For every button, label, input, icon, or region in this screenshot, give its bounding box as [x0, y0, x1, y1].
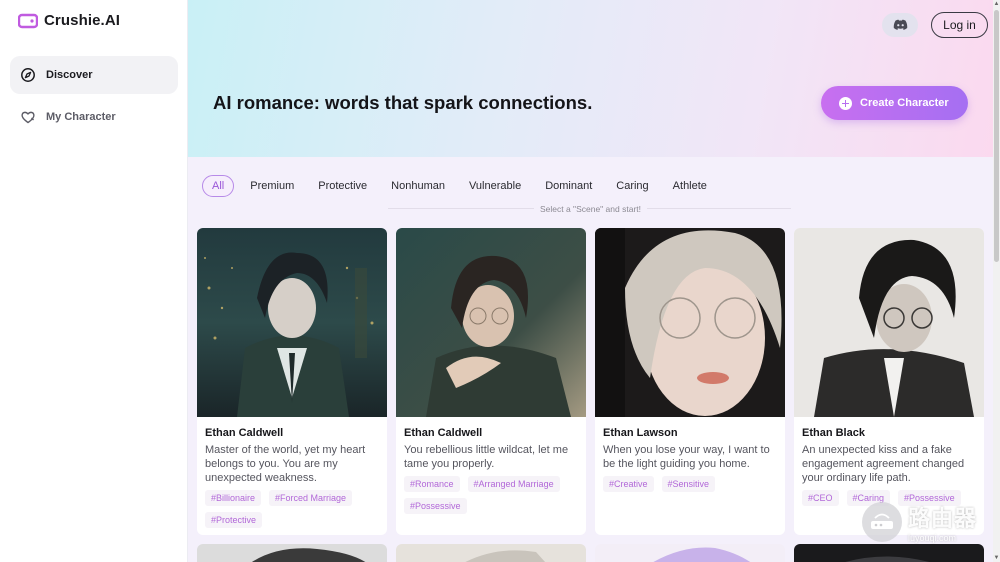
- watermark: 路由器 luyouqi.com: [862, 497, 990, 547]
- character-name: Ethan Caldwell: [404, 427, 483, 439]
- scene-hint: Select a "Scene" and start!: [188, 204, 993, 214]
- character-description: Master of the world, yet my heart belong…: [205, 444, 366, 484]
- main-content: Log in AI romance: words that spark conn…: [188, 0, 993, 562]
- watermark-text: 路由器 luyouqi.com: [908, 501, 977, 543]
- character-description: When you lose your way, I want to be the…: [603, 444, 770, 470]
- tag[interactable]: #CEO: [802, 490, 839, 506]
- filter-tabs: All Premium Protective Nonhuman Vulnerab…: [202, 175, 719, 197]
- hero-title: AI romance: words that spark connections…: [213, 92, 593, 113]
- scroll-down-arrow[interactable]: ▼: [993, 554, 1000, 562]
- character-description: An unexpected kiss and a fake engagement…: [802, 444, 965, 484]
- login-button[interactable]: Log in: [931, 12, 988, 38]
- filter-all[interactable]: All: [202, 175, 235, 197]
- character-portrait: [197, 228, 387, 417]
- scroll-thumb[interactable]: [994, 10, 999, 262]
- watermark-sub: luyouqi.com: [908, 533, 957, 543]
- scroll-up-arrow[interactable]: ▲: [993, 0, 1000, 8]
- tag[interactable]: #Billionaire: [205, 490, 262, 506]
- character-description: You rebellious little wildcat, let me ta…: [404, 444, 569, 470]
- filter-premium[interactable]: Premium: [238, 175, 306, 197]
- discord-icon: [893, 19, 907, 30]
- tag[interactable]: #Romance: [404, 476, 460, 492]
- plus-circle-icon: [839, 96, 852, 110]
- character-name: Ethan Black: [802, 427, 865, 439]
- character-card[interactable]: Ethan Caldwell Master of the world, yet …: [197, 228, 387, 535]
- sidebar-item-my-character[interactable]: My Character: [10, 98, 178, 136]
- tag[interactable]: #Possessive: [404, 498, 467, 514]
- filter-caring[interactable]: Caring: [604, 175, 660, 197]
- watermark-main: 路由器: [908, 506, 978, 531]
- character-portrait: [794, 228, 984, 417]
- discord-button[interactable]: [882, 13, 918, 37]
- character-portrait: [396, 228, 586, 417]
- character-card-partial[interactable]: [396, 544, 586, 562]
- sidebar-item-label: My Character: [46, 111, 116, 123]
- sidebar-item-label: Discover: [46, 69, 93, 81]
- character-card[interactable]: Ethan Lawson When you lose your way, I w…: [595, 228, 785, 535]
- tag[interactable]: #Creative: [603, 476, 654, 492]
- character-card-partial[interactable]: [197, 544, 387, 562]
- tag[interactable]: #Protective: [205, 512, 263, 528]
- tag-list: #Billionaire #Forced Marriage #Protectiv…: [205, 490, 381, 528]
- character-portrait: [595, 228, 785, 417]
- filter-protective[interactable]: Protective: [306, 175, 379, 197]
- character-name: Ethan Lawson: [603, 427, 678, 439]
- tag[interactable]: #Sensitive: [661, 476, 716, 492]
- compass-icon: [21, 68, 35, 82]
- create-character-label: Create Character: [860, 97, 949, 109]
- filter-athlete[interactable]: Athlete: [661, 175, 719, 197]
- logo[interactable]: Crushie.AI: [18, 12, 120, 29]
- filter-dominant[interactable]: Dominant: [533, 175, 604, 197]
- scene-hint-text: Select a "Scene" and start!: [533, 204, 647, 214]
- sidebar-item-discover[interactable]: Discover: [10, 56, 178, 94]
- tag[interactable]: #Arranged Marriage: [467, 476, 560, 492]
- character-card[interactable]: Ethan Black An unexpected kiss and a fak…: [794, 228, 984, 535]
- router-icon: [862, 502, 902, 542]
- hero-banner: Log in AI romance: words that spark conn…: [188, 0, 993, 157]
- create-character-button[interactable]: Create Character: [821, 86, 968, 120]
- character-name: Ethan Caldwell: [205, 427, 284, 439]
- character-card-partial[interactable]: [595, 544, 785, 562]
- scrollbar[interactable]: ▲ ▼: [993, 0, 1000, 562]
- filter-vulnerable[interactable]: Vulnerable: [457, 175, 533, 197]
- tag-list: #Creative #Sensitive: [603, 476, 779, 492]
- logo-icon: [18, 13, 38, 28]
- heart-icon: [21, 111, 35, 124]
- tag-list: #Romance #Arranged Marriage #Possessive: [404, 476, 580, 514]
- app-name: Crushie.AI: [44, 12, 121, 29]
- character-card[interactable]: Ethan Caldwell You rebellious little wil…: [396, 228, 586, 535]
- tag[interactable]: #Forced Marriage: [269, 490, 353, 506]
- filter-nonhuman[interactable]: Nonhuman: [379, 175, 457, 197]
- sidebar: Crushie.AI Discover My Character: [0, 0, 188, 562]
